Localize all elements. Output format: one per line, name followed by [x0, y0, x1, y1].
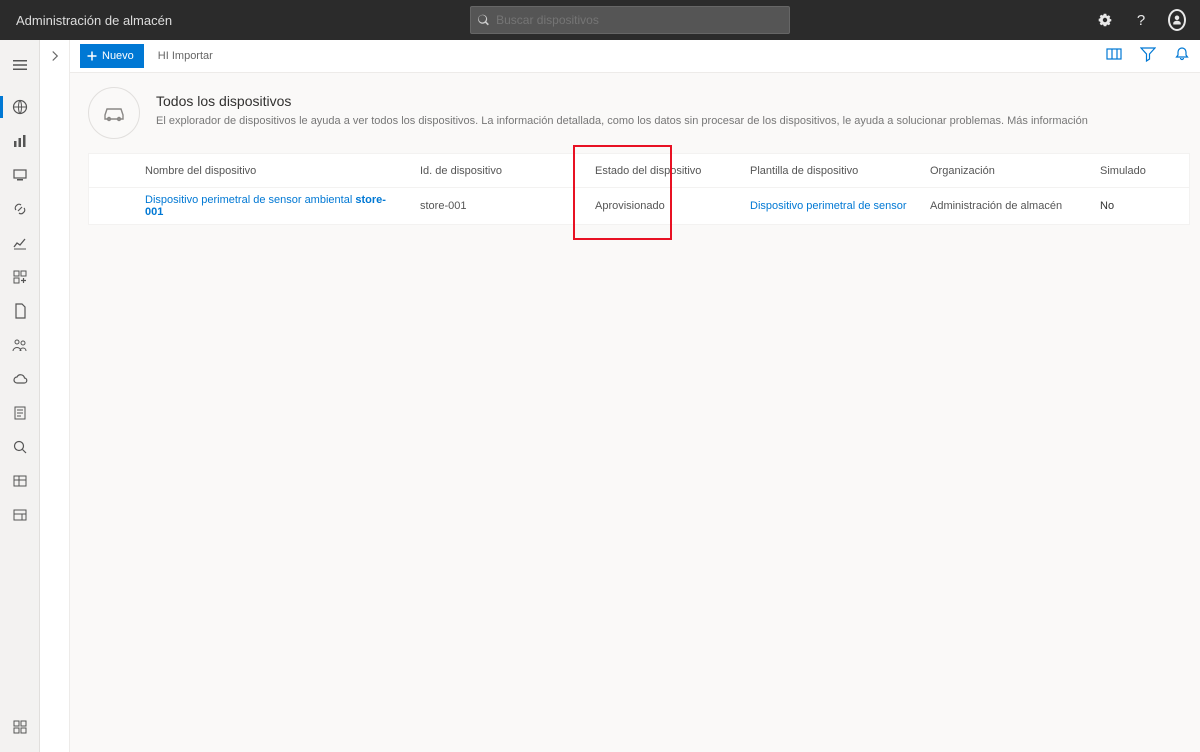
- settings-button[interactable]: [1096, 11, 1114, 29]
- layout-icon: [12, 507, 28, 523]
- new-button-label: Nuevo: [102, 50, 134, 62]
- cell-status: Aprovisionado: [587, 200, 742, 212]
- col-template[interactable]: Plantilla de dispositivo: [742, 165, 922, 177]
- search-container: [470, 6, 790, 34]
- columns-icon: [1106, 46, 1122, 62]
- device-avatar: [88, 87, 140, 139]
- app-title: Administración de almacén: [0, 13, 172, 28]
- cell-org: Administración de almacén: [922, 200, 1092, 212]
- globe-icon: [12, 99, 28, 115]
- page-subtitle-text: El explorador de dispositivos le ayuda a…: [156, 115, 1004, 127]
- gear-icon: [1097, 12, 1113, 28]
- nav-item-7[interactable]: [0, 294, 40, 328]
- col-status[interactable]: Estado del dispositivo: [587, 165, 742, 177]
- magnifier-icon: [12, 439, 28, 455]
- car-icon: [102, 104, 126, 122]
- search-input[interactable]: [496, 13, 783, 27]
- nav-item-11[interactable]: [0, 430, 40, 464]
- col-org[interactable]: Organización: [922, 165, 1092, 177]
- chart-icon: [12, 133, 28, 149]
- nav-item-3[interactable]: [0, 158, 40, 192]
- nav-item-12[interactable]: [0, 464, 40, 498]
- more-info-link[interactable]: Más información: [1007, 115, 1088, 127]
- link-icon: [12, 201, 28, 217]
- header-texts: Todos los dispositivos El explorador de …: [156, 87, 1088, 127]
- chevron-right-icon: [49, 50, 61, 62]
- help-icon: ?: [1137, 12, 1145, 29]
- topbar-right: ?: [1096, 11, 1200, 29]
- account-button[interactable]: [1168, 11, 1186, 29]
- nav-item-10[interactable]: [0, 396, 40, 430]
- main-content: Todos los dispositivos El explorador de …: [70, 73, 1200, 752]
- apps-icon: [12, 719, 28, 735]
- command-bar-right: [1106, 46, 1190, 67]
- columns-button[interactable]: [1106, 46, 1122, 67]
- nav-item-6[interactable]: [0, 260, 40, 294]
- device-icon: [12, 167, 28, 183]
- table-icon: [12, 473, 28, 489]
- new-button[interactable]: Nuevo: [80, 44, 144, 68]
- hamburger-icon: [12, 57, 28, 73]
- col-id[interactable]: Id. de dispositivo: [412, 165, 587, 177]
- search-icon: [477, 13, 490, 27]
- page-title: Todos los dispositivos: [156, 93, 1088, 109]
- nav-item-8[interactable]: [0, 328, 40, 362]
- nav-item-13[interactable]: [0, 498, 40, 532]
- line-chart-icon: [12, 235, 28, 251]
- cloud-icon: [12, 371, 28, 387]
- nav-item-9[interactable]: [0, 362, 40, 396]
- nav-item-4[interactable]: [0, 192, 40, 226]
- device-name-prefix: Dispositivo perimetral de sensor ambient…: [145, 194, 352, 206]
- command-bar: Nuevo HI Importar: [70, 40, 1200, 73]
- cell-name[interactable]: Dispositivo perimetral de sensor ambient…: [137, 194, 412, 218]
- cell-template[interactable]: Dispositivo perimetral de sensor: [742, 200, 922, 212]
- people-icon: [12, 337, 28, 353]
- nav-devices[interactable]: [0, 90, 40, 124]
- import-button-label: HI Importar: [158, 50, 213, 62]
- hamburger-button[interactable]: [0, 48, 40, 82]
- left-nav: [0, 40, 40, 752]
- filter-icon: [1140, 46, 1156, 62]
- topbar: Administración de almacén ?: [0, 0, 1200, 40]
- cell-simulated: No: [1092, 200, 1172, 212]
- col-name[interactable]: Nombre del dispositivo: [137, 165, 412, 177]
- cell-id: store-001: [412, 200, 587, 212]
- search-box[interactable]: [470, 6, 790, 34]
- avatar-icon: [1168, 9, 1186, 31]
- filter-button[interactable]: [1140, 46, 1156, 67]
- table-header: Nombre del dispositivo Id. de dispositiv…: [89, 154, 1189, 188]
- col-simulated[interactable]: Simulado: [1092, 165, 1172, 177]
- nav-bottom[interactable]: [0, 710, 40, 744]
- grid-plus-icon: [12, 269, 28, 285]
- nav-dashboards[interactable]: [0, 124, 40, 158]
- page-header: Todos los dispositivos El explorador de …: [88, 87, 1190, 139]
- nav-analytics[interactable]: [0, 226, 40, 260]
- collapse-pane[interactable]: [40, 40, 70, 752]
- file-icon: [12, 303, 28, 319]
- devices-table: Nombre del dispositivo Id. de dispositiv…: [88, 153, 1190, 225]
- plus-icon: [86, 50, 98, 62]
- help-button[interactable]: ?: [1132, 11, 1150, 29]
- page-subtitle: El explorador de dispositivos le ayuda a…: [156, 115, 1088, 127]
- bell-button[interactable]: [1174, 46, 1190, 67]
- table-row[interactable]: Dispositivo perimetral de sensor ambient…: [89, 188, 1189, 224]
- bell-icon: [1174, 46, 1190, 62]
- import-button[interactable]: HI Importar: [158, 50, 213, 62]
- document-icon: [12, 405, 28, 421]
